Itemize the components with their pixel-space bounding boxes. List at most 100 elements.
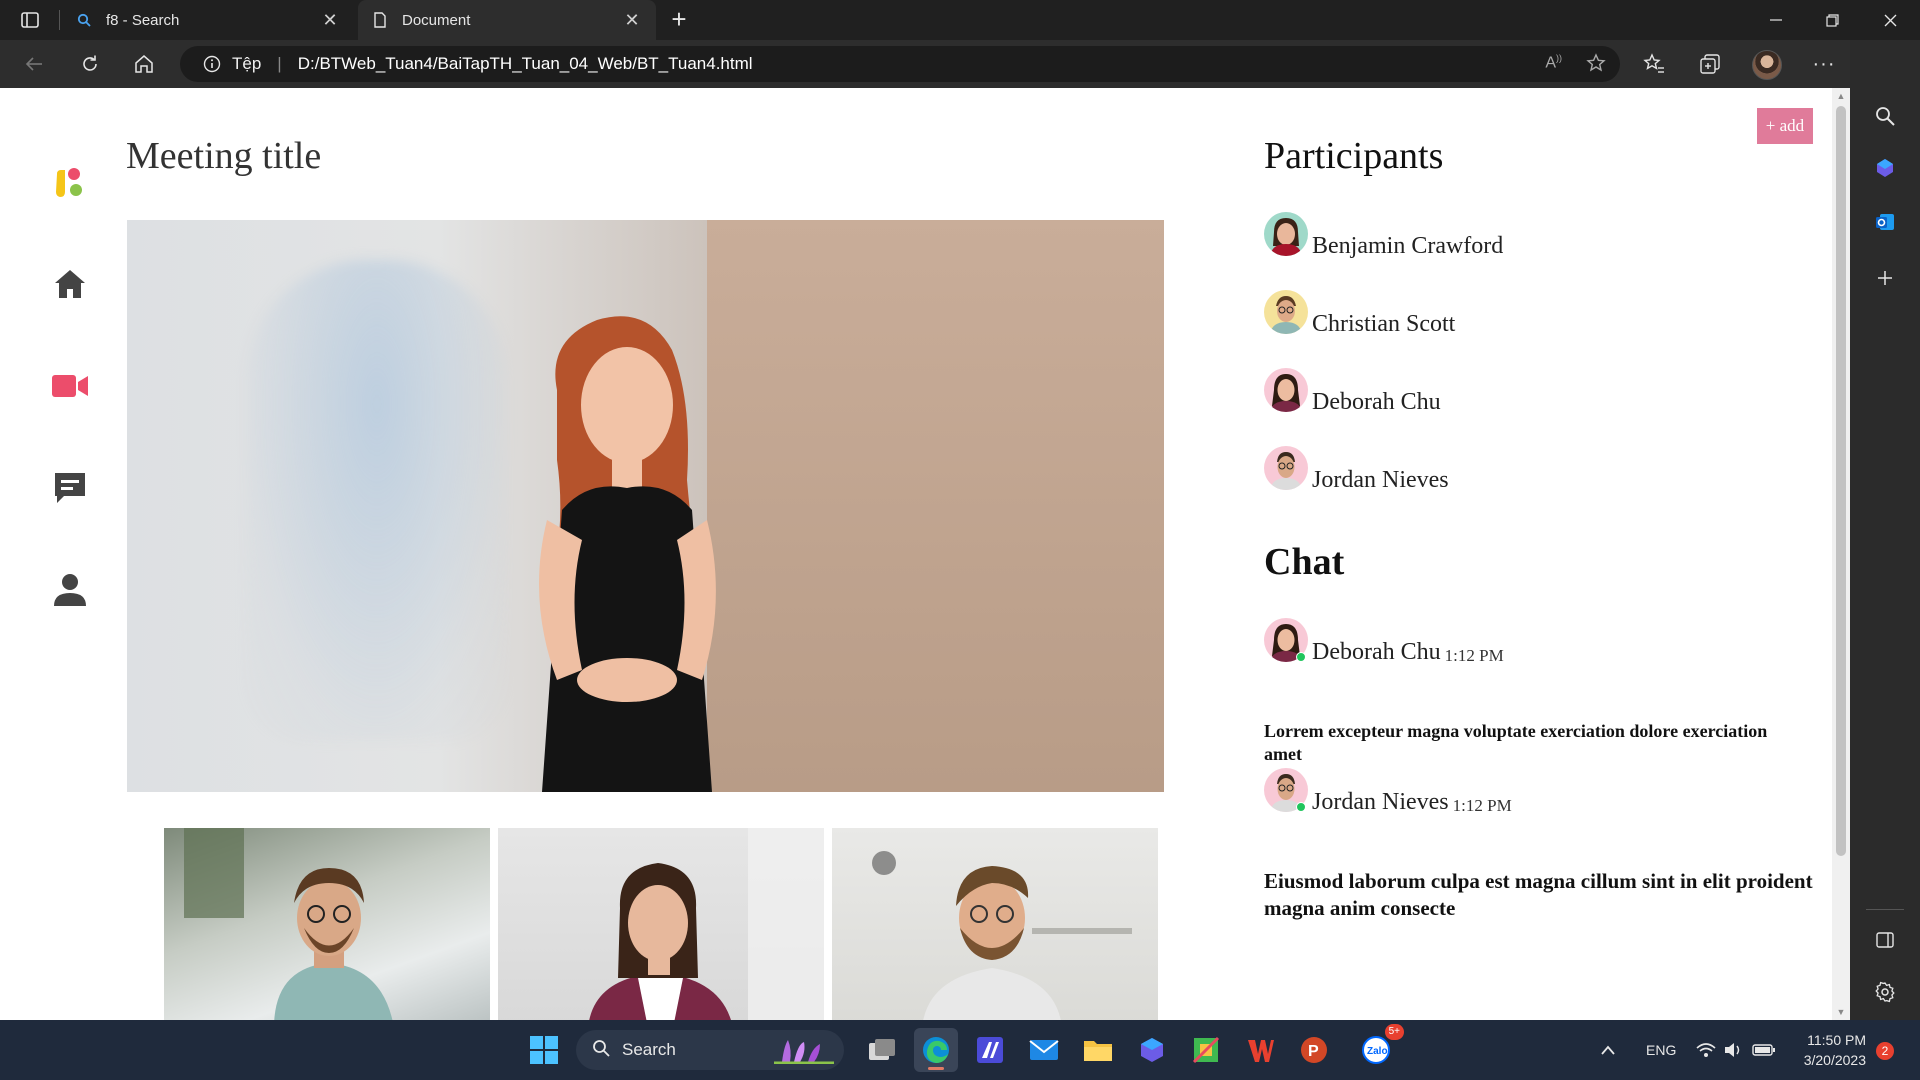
chat-icon[interactable] — [50, 468, 90, 508]
url-text[interactable]: D:/BTWeb_Tuan4/BaiTapTH_Tuan_04_Web/BT_T… — [298, 54, 753, 74]
add-icon[interactable] — [1871, 264, 1899, 292]
wifi-icon[interactable] — [1696, 1020, 1716, 1080]
taskbar-search-label: Search — [622, 1040, 676, 1059]
participant-name: Christian Scott — [1312, 311, 1456, 337]
wps-office-icon[interactable] — [1238, 1028, 1282, 1072]
mail-icon[interactable] — [1022, 1028, 1066, 1072]
chat-sender-name: Jordan Nieves — [1312, 789, 1449, 815]
windows-start-icon[interactable] — [522, 1028, 566, 1072]
participants-title: Participants — [1264, 135, 1444, 177]
video-thumbnail[interactable] — [498, 828, 824, 1020]
show-hidden-icons-icon[interactable] — [1600, 1020, 1616, 1080]
url-separator: | — [277, 54, 282, 73]
home-icon[interactable] — [128, 48, 160, 80]
participant-name: Benjamin Crawford — [1312, 233, 1504, 259]
language-indicator[interactable]: ENG — [1646, 1020, 1676, 1080]
avatar — [1264, 368, 1308, 412]
zalo-icon[interactable]: Zalo 5+ — [1354, 1024, 1404, 1072]
participant-item[interactable]: Benjamin Crawford — [1264, 206, 1503, 259]
user-icon[interactable] — [50, 570, 90, 610]
profile-avatar[interactable] — [1752, 50, 1782, 80]
search-highlight-icon — [774, 1040, 834, 1064]
web-page: Meeting title + add Participants Benjami… — [0, 88, 1832, 1020]
snipping-tool-icon[interactable] — [1184, 1028, 1228, 1072]
task-view-icon[interactable] — [860, 1028, 904, 1072]
close-tab-icon[interactable]: ✕ — [622, 10, 642, 30]
participant-item[interactable]: Deborah Chu — [1264, 362, 1441, 415]
taskbar-clock[interactable]: 11:50 PM 3/20/2023 — [1786, 1030, 1866, 1070]
refresh-icon[interactable] — [74, 48, 106, 80]
chat-timestamp: 1:12 PM — [1452, 796, 1512, 815]
add-favorite-icon[interactable] — [1586, 53, 1606, 78]
chat-message-text: Eiusmod laborum culpa est magna cillum s… — [1264, 869, 1813, 921]
edge-browser-icon[interactable] — [914, 1028, 958, 1072]
avatar — [1264, 212, 1308, 256]
logo-icon[interactable] — [50, 162, 90, 202]
page-scrollbar[interactable]: ▲ ▼ — [1832, 88, 1850, 1020]
address-toolbar: Tệp | D:/BTWeb_Tuan4/BaiTapTH_Tuan_04_We… — [0, 40, 1920, 88]
tab-document[interactable]: Document ✕ — [358, 0, 656, 40]
sidebar-divider — [1866, 909, 1904, 910]
close-window-icon[interactable] — [1862, 0, 1918, 40]
tab-actions-icon[interactable] — [16, 8, 44, 32]
tab-search[interactable]: f8 - Search ✕ — [62, 0, 354, 40]
svg-text:P: P — [1308, 1043, 1319, 1060]
participant-video-strip — [164, 828, 1158, 1020]
restore-icon[interactable] — [1804, 0, 1860, 40]
scrollbar-thumb[interactable] — [1836, 106, 1846, 856]
hide-sidebar-icon[interactable] — [1871, 926, 1899, 954]
main-speaker-image — [539, 316, 716, 792]
minimize-icon[interactable] — [1748, 0, 1804, 40]
back-icon[interactable] — [18, 48, 50, 80]
chat-message-header: Jordan Nieves 1:12 PM — [1264, 768, 1512, 815]
outlook-icon[interactable] — [1871, 208, 1899, 236]
powerpoint-icon[interactable]: P — [1292, 1028, 1336, 1072]
participant-item[interactable]: Christian Scott — [1264, 284, 1455, 337]
browser-tab-bar: f8 - Search ✕ Document ✕ + — [0, 0, 1920, 40]
shopping-icon[interactable] — [1871, 154, 1899, 182]
search-icon — [592, 1039, 610, 1062]
notification-count-badge[interactable]: 2 — [1876, 1042, 1894, 1060]
address-bar[interactable]: Tệp | D:/BTWeb_Tuan4/BaiTapTH_Tuan_04_We… — [180, 46, 1620, 82]
tab-separator — [59, 10, 60, 30]
chat-message-text: Lorrem excepteur magna voluptate exercia… — [1264, 721, 1768, 765]
new-tab-button[interactable]: + — [664, 6, 694, 34]
taskbar-search[interactable]: Search — [576, 1030, 844, 1070]
settings-gear-icon[interactable] — [1871, 978, 1899, 1006]
url-actions: A)) — [1545, 53, 1606, 78]
online-status-dot — [1296, 652, 1306, 662]
read-aloud-icon[interactable]: A)) — [1545, 53, 1562, 78]
tab-title: f8 - Search — [106, 11, 180, 29]
collections-icon[interactable] — [1696, 50, 1724, 78]
main-video-feed — [127, 220, 1164, 792]
more-options-icon[interactable]: ··· — [1810, 50, 1838, 78]
active-app-indicator — [928, 1067, 944, 1070]
chat-timestamp: 1:12 PM — [1444, 646, 1504, 665]
search-icon[interactable] — [1871, 102, 1899, 130]
document-icon — [372, 12, 388, 28]
scroll-down-arrow-icon[interactable]: ▼ — [1836, 1007, 1846, 1017]
clock-time: 11:50 PM — [1807, 1032, 1866, 1048]
search-icon — [76, 12, 92, 28]
close-tab-icon[interactable]: ✕ — [320, 10, 340, 30]
favorites-icon[interactable] — [1640, 50, 1668, 78]
volume-icon[interactable] — [1724, 1020, 1744, 1080]
video-background — [707, 220, 1164, 792]
video-thumbnail[interactable] — [832, 828, 1158, 1020]
participant-item[interactable]: Jordan Nieves — [1264, 440, 1449, 493]
copilot-app-icon[interactable] — [1130, 1028, 1174, 1072]
clock-date: 3/20/2023 — [1803, 1052, 1866, 1068]
file-explorer-icon[interactable] — [1076, 1028, 1120, 1072]
scroll-up-arrow-icon[interactable]: ▲ — [1836, 91, 1846, 101]
info-icon[interactable] — [202, 54, 222, 74]
visual-studio-icon[interactable] — [968, 1028, 1012, 1072]
battery-icon[interactable] — [1752, 1020, 1776, 1080]
chat-title: Chat — [1264, 541, 1345, 583]
video-thumbnail[interactable] — [164, 828, 490, 1020]
windows-taskbar: Search P Zalo 5+ ENG 11:50 PM 3/20/2023 … — [0, 1020, 1920, 1080]
home-icon[interactable] — [50, 264, 90, 304]
url-scheme-label: Tệp — [232, 54, 262, 73]
video-camera-icon[interactable] — [50, 366, 90, 406]
chat-message-header: Deborah Chu 1:12 PM — [1264, 618, 1504, 665]
add-participant-button[interactable]: + add — [1757, 108, 1813, 144]
